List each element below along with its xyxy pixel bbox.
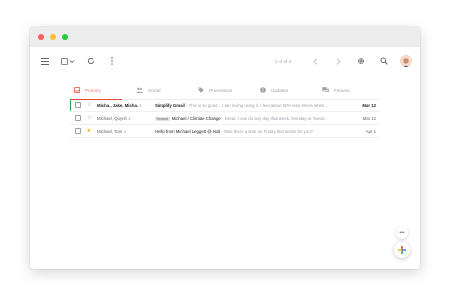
email-content: Simplify Gmail - This is so good... I am… bbox=[155, 103, 360, 108]
plus-icon bbox=[398, 246, 406, 254]
tab-primary[interactable]: Primary bbox=[70, 82, 132, 100]
email-snippet: - Great. I can do any day that week. Mon… bbox=[220, 115, 327, 121]
email-subject: Simplify Gmail bbox=[155, 102, 185, 108]
message-count: 1–4 of 4 bbox=[274, 58, 291, 64]
tab-label: Primary bbox=[85, 88, 101, 93]
maximize-window-button[interactable] bbox=[62, 34, 68, 40]
email-subject: Michael / Climate Change bbox=[171, 115, 221, 121]
more-vertical-icon[interactable] bbox=[105, 54, 119, 68]
tag-icon bbox=[198, 87, 204, 94]
row-checkbox[interactable] bbox=[75, 128, 81, 134]
close-window-button[interactable] bbox=[38, 34, 44, 40]
more-horizontal-icon: ••• bbox=[399, 230, 405, 236]
email-subject: Hello from Michael Leggett @ Noil bbox=[155, 128, 221, 134]
email-sender: Michael, Quynh 4 bbox=[97, 115, 131, 121]
inbox-icon bbox=[74, 87, 80, 94]
menu-icon[interactable] bbox=[38, 54, 52, 68]
email-content: School Michael / Climate Change - Great. … bbox=[155, 116, 360, 121]
email-row[interactable]: ☆ Michael, Quynh 4 School Michael / Clima… bbox=[70, 112, 380, 125]
row-checkbox[interactable] bbox=[75, 115, 81, 121]
avatar[interactable] bbox=[400, 55, 412, 67]
email-list: ☆ Micha., Jake, Micha. 4 Simplify Gmail … bbox=[70, 99, 380, 138]
people-icon bbox=[136, 87, 143, 94]
minimize-window-button[interactable] bbox=[50, 34, 56, 40]
app-window: 1–4 of 4 Primary Social Promotions Updat… bbox=[30, 27, 420, 269]
chevron-right-icon[interactable] bbox=[331, 54, 345, 68]
forum-icon bbox=[322, 87, 329, 94]
email-snippet: - This is so good... I am loving using i… bbox=[184, 102, 328, 108]
tab-forums[interactable]: Forums bbox=[318, 82, 380, 99]
chevron-left-icon[interactable] bbox=[308, 54, 322, 68]
title-bar bbox=[30, 27, 420, 47]
tab-label: Updates bbox=[271, 88, 289, 93]
tab-label: Forums bbox=[334, 88, 350, 93]
category-tabs: Primary Social Promotions Updates Forums bbox=[70, 82, 380, 100]
label-chip[interactable]: School bbox=[155, 116, 170, 121]
more-options-button[interactable]: ••• bbox=[396, 227, 408, 239]
tab-label: Promotions bbox=[209, 88, 233, 93]
email-sender: Micha., Jake, Micha. 4 bbox=[97, 102, 142, 108]
email-row[interactable]: ● Michael, Tom 4 Hello from Michael Legg… bbox=[70, 125, 380, 138]
search-icon[interactable] bbox=[377, 54, 391, 68]
toolbar: 1–4 of 4 bbox=[30, 47, 420, 75]
row-checkbox[interactable] bbox=[75, 102, 81, 108]
star-icon[interactable]: ● bbox=[87, 128, 93, 134]
email-date: Apr 1 bbox=[365, 128, 376, 134]
email-content: Hello from Michael Leggett @ Noil - Was … bbox=[155, 129, 360, 134]
tab-promotions[interactable]: Promotions bbox=[194, 82, 256, 99]
tab-social[interactable]: Social bbox=[132, 82, 194, 99]
tab-label: Social bbox=[148, 88, 161, 93]
refresh-icon[interactable] bbox=[84, 54, 98, 68]
email-sender: Michael, Tom 4 bbox=[97, 128, 126, 134]
info-icon bbox=[260, 87, 266, 94]
select-all-checkbox[interactable] bbox=[59, 54, 77, 68]
star-icon[interactable]: ☆ bbox=[87, 102, 93, 108]
compose-button[interactable] bbox=[394, 242, 410, 258]
email-row[interactable]: ☆ Micha., Jake, Micha. 4 Simplify Gmail … bbox=[70, 99, 380, 112]
email-date: Mar 12 bbox=[362, 102, 376, 108]
tab-updates[interactable]: Updates bbox=[256, 82, 318, 99]
gear-icon[interactable] bbox=[354, 54, 368, 68]
email-date: Mar 12 bbox=[362, 115, 376, 121]
star-icon[interactable]: ☆ bbox=[87, 115, 93, 121]
email-snippet: - Was there a time on Friday that works … bbox=[220, 128, 314, 134]
